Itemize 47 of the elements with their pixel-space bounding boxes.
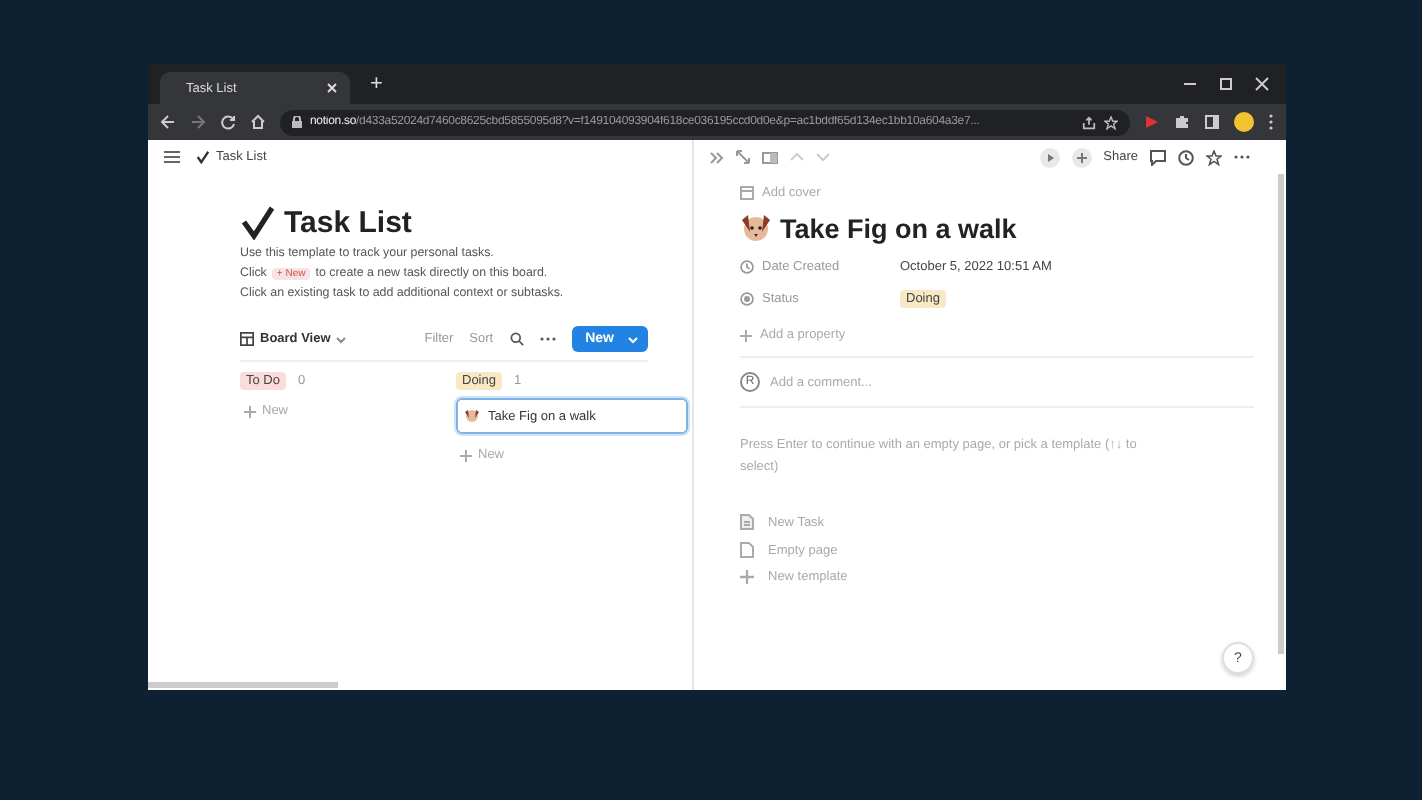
play-icon[interactable] bbox=[1039, 147, 1060, 167]
clock-icon[interactable] bbox=[1178, 149, 1194, 165]
comment-icon[interactable] bbox=[1150, 149, 1166, 165]
page-title: Task List bbox=[284, 205, 412, 239]
plus-icon bbox=[740, 329, 752, 341]
chevron-down-icon bbox=[336, 335, 347, 343]
close-icon[interactable] bbox=[1254, 76, 1270, 92]
status-icon bbox=[740, 292, 754, 306]
page-icon bbox=[740, 542, 754, 559]
dog-face-icon bbox=[464, 408, 480, 424]
reload-icon[interactable] bbox=[220, 114, 236, 130]
scrollbar[interactable] bbox=[148, 682, 338, 688]
more-icon[interactable] bbox=[539, 336, 556, 342]
more-icon[interactable] bbox=[1234, 154, 1250, 160]
checkmark-icon bbox=[240, 204, 276, 240]
share-icon[interactable] bbox=[1082, 115, 1096, 129]
checkmark-icon bbox=[196, 149, 210, 163]
scrollbar[interactable] bbox=[1278, 174, 1284, 654]
search-icon[interactable] bbox=[509, 332, 524, 346]
side-panel-icon[interactable] bbox=[1204, 114, 1220, 130]
plus-icon[interactable] bbox=[1071, 147, 1092, 167]
board-icon bbox=[240, 332, 254, 346]
profile-avatar-icon[interactable] bbox=[1234, 112, 1254, 132]
star-icon[interactable] bbox=[1206, 149, 1222, 165]
clock-icon bbox=[740, 260, 754, 274]
forward-icon[interactable] bbox=[190, 114, 206, 130]
side-peek-icon[interactable] bbox=[762, 151, 778, 163]
lock-icon bbox=[292, 116, 302, 128]
extension-icon[interactable] bbox=[1144, 114, 1160, 130]
puzzle-icon[interactable] bbox=[1174, 114, 1190, 130]
task-title: Take Fig on a walk bbox=[780, 213, 1017, 243]
dog-face-icon bbox=[740, 212, 772, 244]
home-icon[interactable] bbox=[250, 114, 266, 130]
plus-icon bbox=[244, 405, 256, 417]
new-tab-button[interactable]: + bbox=[370, 72, 383, 96]
document-icon bbox=[740, 514, 754, 531]
double-chevron-icon[interactable] bbox=[710, 151, 724, 163]
maximize-icon[interactable] bbox=[1218, 76, 1234, 92]
star-icon[interactable] bbox=[1104, 115, 1118, 129]
menu-icon[interactable] bbox=[164, 149, 180, 163]
image-icon bbox=[740, 186, 754, 200]
back-icon[interactable] bbox=[160, 114, 176, 130]
plus-icon bbox=[740, 570, 754, 585]
more-icon[interactable] bbox=[1268, 114, 1274, 130]
close-icon[interactable] bbox=[326, 82, 338, 94]
plus-icon bbox=[460, 449, 472, 461]
expand-icon[interactable] bbox=[736, 150, 750, 164]
